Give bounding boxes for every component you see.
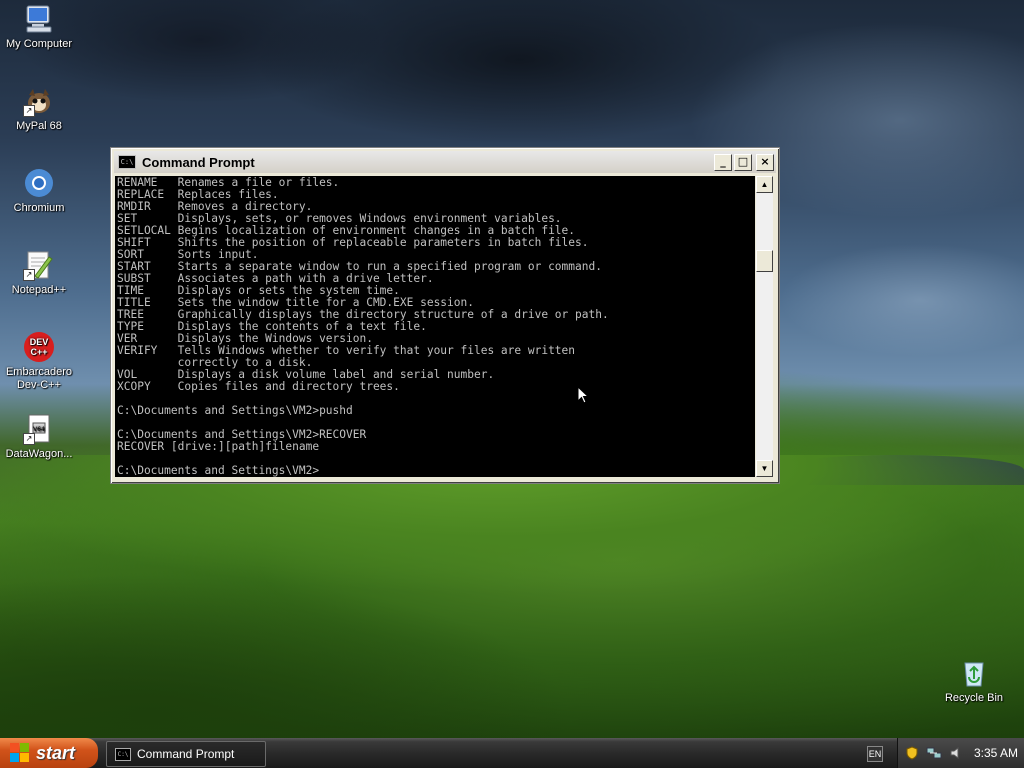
- maximize-button[interactable]: □: [734, 153, 752, 171]
- minimize-button[interactable]: _: [714, 153, 732, 171]
- desktop-icon-notepadpp[interactable]: ↗ Notepad++: [0, 249, 79, 297]
- scroll-thumb[interactable]: [756, 250, 773, 272]
- datawagon-icon: V64 ↗: [23, 413, 55, 445]
- mouse-pointer-icon: [577, 386, 589, 404]
- close-button[interactable]: ×: [756, 153, 774, 171]
- devcpp-icon: DEV C++: [23, 331, 55, 363]
- mypal-icon: ↗: [23, 85, 55, 117]
- desktop-icon-recycle-bin[interactable]: Recycle Bin: [934, 657, 1014, 705]
- scroll-up-button[interactable]: ▲: [756, 176, 773, 193]
- desktop-icon-mypal[interactable]: ↗ MyPal 68: [0, 85, 79, 133]
- desktop-icon-label: MyPal 68: [16, 120, 62, 132]
- start-button[interactable]: start: [0, 738, 98, 768]
- desktop-icon-devcpp[interactable]: DEV C++ Embarcadero Dev-C++: [0, 331, 79, 392]
- my-computer-icon: [23, 3, 55, 35]
- taskbar-item-label: Command Prompt: [137, 747, 235, 761]
- network-icon[interactable]: [926, 745, 942, 761]
- svg-text:DEV: DEV: [30, 337, 49, 347]
- taskbar: start C:\ Command Prompt EN 3:35 AM: [0, 738, 1024, 768]
- recycle-bin-icon: [958, 657, 990, 689]
- console-text: RENAME Renames a file or files. REPLACE …: [115, 176, 755, 477]
- command-prompt-window[interactable]: C:\ Command Prompt _ □ × RENAME Renames …: [110, 147, 780, 484]
- vertical-scrollbar[interactable]: ▲ ▼: [756, 176, 773, 477]
- desktop-icon-label: Chromium: [13, 202, 65, 214]
- desktop-icon-chromium[interactable]: Chromium: [0, 167, 79, 215]
- console-line: C:\Documents and Settings\VM2>pushd: [117, 404, 353, 417]
- windows-flag-icon: [10, 743, 30, 763]
- desktop-icon-label: Notepad++: [11, 284, 67, 296]
- chromium-icon: [23, 167, 55, 199]
- security-shield-icon[interactable]: [904, 745, 920, 761]
- console-line: C:\Documents and Settings\VM2>: [117, 464, 320, 477]
- scroll-down-button[interactable]: ▼: [756, 460, 773, 477]
- volume-icon[interactable]: [948, 745, 964, 761]
- shortcut-arrow-icon: ↗: [23, 269, 35, 281]
- taskbar-item-command-prompt[interactable]: C:\ Command Prompt: [106, 741, 266, 767]
- shortcut-arrow-icon: ↗: [23, 433, 35, 445]
- desktop-icon-label: My Computer: [5, 38, 73, 50]
- desktop-icon-my-computer[interactable]: My Computer: [0, 3, 79, 51]
- green-hills: [0, 455, 1024, 768]
- system-tray: 3:35 AM: [897, 738, 1024, 768]
- console-output[interactable]: RENAME Renames a file or files. REPLACE …: [115, 176, 755, 477]
- desktop-icon-label-line2: Dev-C++: [16, 379, 62, 391]
- notepadpp-icon: ↗: [23, 249, 55, 281]
- start-label: start: [36, 742, 76, 763]
- window-titlebar[interactable]: C:\ Command Prompt _ □ ×: [114, 151, 776, 173]
- language-indicator[interactable]: EN: [867, 746, 883, 762]
- shortcut-arrow-icon: ↗: [23, 105, 35, 117]
- console-line: RECOVER [drive:][path]filename: [117, 440, 320, 453]
- desktop-icon-label: Recycle Bin: [944, 692, 1004, 704]
- cmd-taskbar-icon: C:\: [115, 747, 131, 761]
- desktop-icon-label-line1: Embarcadero: [5, 366, 73, 378]
- window-title: Command Prompt: [142, 154, 255, 170]
- desktop-icon-label: DataWagon...: [5, 448, 73, 460]
- svg-text:C++: C++: [30, 347, 47, 357]
- svg-text:V64: V64: [33, 426, 45, 433]
- cmd-app-icon: C:\: [118, 155, 136, 169]
- console-line: XCOPY Copies files and directory trees.: [117, 380, 400, 393]
- desktop-icon-datawagon[interactable]: V64 ↗ DataWagon...: [0, 413, 79, 461]
- clock[interactable]: 3:35 AM: [974, 746, 1018, 760]
